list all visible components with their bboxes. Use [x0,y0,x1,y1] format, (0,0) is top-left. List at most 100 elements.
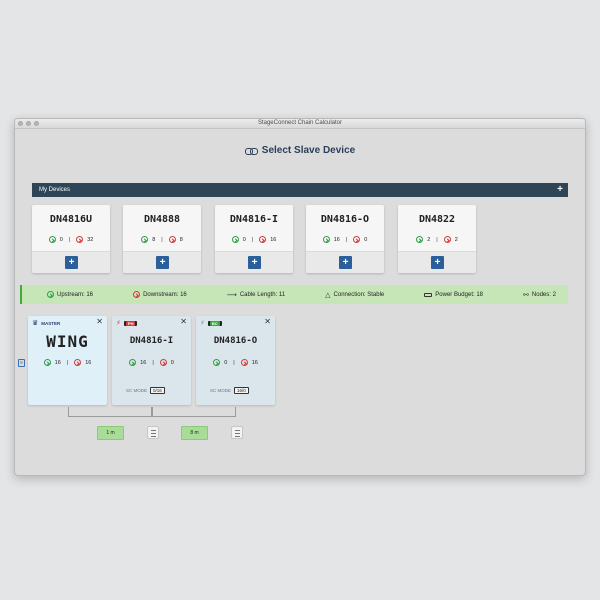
cable-menu-button-1[interactable] [147,426,159,439]
connection-stat: △ Connection: Stable [325,291,384,299]
device-card-dn4816-i[interactable]: DN4816-I 0 | 16 + [215,205,293,273]
output-icon [240,359,248,366]
output-count: 16 [251,359,258,366]
downstream-icon [133,291,141,298]
master-badge: ♛ MASTER [32,319,60,327]
input-icon [416,236,424,243]
device-name: DN4816-O [320,214,370,225]
slave-ports: 16 | 0 [112,359,191,366]
downstream-stat: Downstream: 16 [133,291,187,298]
slave-device-name: DN4816-I [129,336,174,346]
input-icon [322,236,330,243]
device-ports: 0 | 16 [215,236,293,243]
input-count: 16 [333,236,340,243]
slave-node-card-2[interactable]: ⚡ BC ✕ DN4816-O 0 | 16 SC MODE 16/0 [196,316,275,405]
triangle-icon: △ [325,291,331,299]
master-device-name: WING [46,332,89,351]
add-to-chain-button[interactable]: + [65,256,78,269]
add-to-chain-button[interactable]: + [431,256,444,269]
output-count: 16 [85,359,92,366]
device-card-dn4816u[interactable]: DN4816U 0 | 32 + [32,205,110,273]
my-devices-label: My Devices [39,187,71,193]
input-icon [213,359,221,366]
cable-length-button-2[interactable]: 8 m [181,426,208,440]
input-count: 2 [427,236,431,243]
divider: | [251,236,254,243]
input-icon [231,236,239,243]
divider: | [233,359,235,366]
output-count: 0 [364,236,368,243]
sc-mode-select[interactable]: 16/0 [234,387,249,394]
chain-status-bar: Upstream: 16 Downstream: 16 ⟶ Cable Leng… [20,285,568,304]
card-footer: + [32,251,110,273]
output-count: 2 [454,236,458,243]
card-footer: + [123,251,201,273]
nodes-icon: ⚯ [523,291,529,299]
card-footer: + [398,251,476,273]
remove-slave-button[interactable]: ✕ [264,317,271,326]
device-card-dn4816-o[interactable]: DN4816-O 16 | 0 + [306,205,384,273]
divider: | [68,236,71,243]
cable-length-button-1[interactable]: 1 m [97,426,124,440]
input-icon [141,236,149,243]
power-budget-text: Power Budget: 18 [435,291,483,298]
remove-master-button[interactable]: ✕ [96,317,103,326]
bolt-icon: ⚡ [200,320,205,327]
sc-mode-select[interactable]: 0/16 [150,387,165,394]
sc-mode-label: SC MODE [210,388,232,393]
connection-text: Connection: Stable [333,291,385,298]
remove-slave-button[interactable]: ✕ [180,317,187,326]
input-icon [43,359,51,366]
device-name: DN4816U [49,214,93,225]
output-count: 16 [270,236,277,243]
master-node-card[interactable]: ♛ MASTER ✕ WING 16 | 16 [28,316,107,405]
output-icon [353,236,361,243]
battery-icon [424,292,433,297]
device-name: DN4816-I [229,214,279,225]
link-icon [244,147,258,155]
device-card-dn4888[interactable]: DN4888 8 | 8 + [123,205,201,273]
nodes-text: Nodes: 2 [531,291,556,298]
output-icon [259,236,267,243]
slave-node-card-1[interactable]: ⚡ PH ✕ DN4816-I 16 | 0 SC MODE 0/16 [112,316,191,405]
power-budget-stat: Power Budget: 18 [424,292,483,298]
tag-text: PH [125,320,136,326]
divider: | [66,359,69,366]
upstream-icon [47,291,54,298]
my-devices-bar: My Devices + [32,183,568,197]
input-count: 16 [140,359,147,366]
upstream-stat: Upstream: 16 [47,291,93,298]
slave-device-name: DN4816-O [213,336,258,346]
device-name: DN4888 [143,214,181,225]
input-icon [48,236,56,243]
slave-tag: PH [123,320,138,326]
add-device-button[interactable]: + [557,185,563,195]
chain-side-handle[interactable]: ≡ [18,359,25,367]
device-ports: 16 | 0 [306,236,384,243]
cable-menu-button-2[interactable] [231,426,243,439]
sc-mode-label: SC MODE [126,388,148,393]
divider: | [345,236,348,243]
input-count: 0 [242,236,246,243]
slave-ports: 0 | 16 [196,359,275,366]
bolt-icon: ⚡ [116,320,121,327]
add-to-chain-button[interactable]: + [248,256,261,269]
divider: | [152,359,154,366]
input-count: 0 [224,359,228,366]
slave-tag: BC [207,320,222,326]
nodes-stat: ⚯ Nodes: 2 [523,291,556,299]
device-card-dn4822[interactable]: DN4822 2 | 2 + [398,205,476,273]
title-bar: StageConnect Chain Calculator [15,119,585,129]
slave-badge: ⚡ PH [116,319,138,327]
output-icon [168,236,176,243]
input-count: 8 [152,236,156,243]
crown-icon: ♛ [32,320,39,327]
master-ports: 16 | 16 [28,359,107,366]
output-icon [74,359,82,366]
output-icon [159,359,167,366]
tag-text: BC [209,320,220,326]
sc-mode: SC MODE 0/16 [126,387,165,394]
add-to-chain-button[interactable]: + [156,256,169,269]
add-to-chain-button[interactable]: + [339,256,352,269]
arrow-right-icon: ⟶ [226,291,237,299]
